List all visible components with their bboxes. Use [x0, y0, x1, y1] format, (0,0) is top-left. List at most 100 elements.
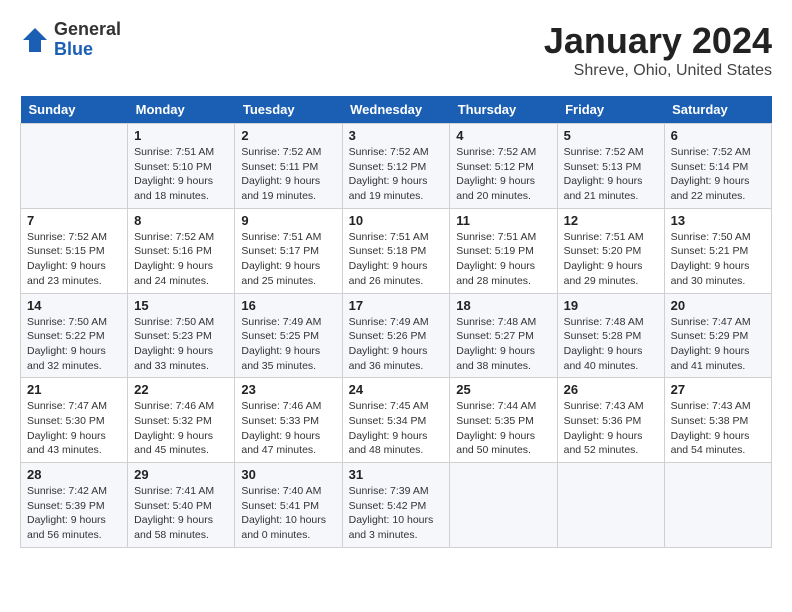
month-title: January 2024 [544, 20, 772, 62]
calendar-cell: 9Sunrise: 7:51 AMSunset: 5:17 PMDaylight… [235, 208, 342, 293]
calendar-cell: 6 Sunrise: 7:52 AMSunset: 5:14 PMDaylight… [664, 124, 771, 209]
day-number: 26 [564, 382, 658, 397]
day-info: Sunrise: 7:47 AMSunset: 5:30 PMDaylight:… [27, 399, 121, 458]
calendar-cell: 24Sunrise: 7:45 AMSunset: 5:34 PMDayligh… [342, 378, 450, 463]
day-info: Sunrise: 7:51 AMSunset: 5:17 PMDaylight:… [241, 230, 335, 289]
day-number: 31 [349, 467, 444, 482]
day-number: 1 [134, 128, 228, 143]
calendar-cell: 7Sunrise: 7:52 AMSunset: 5:15 PMDaylight… [21, 208, 128, 293]
calendar-week-row: 28 Sunrise: 7:42 AMSunset: 5:39 PMDayligh… [21, 463, 772, 548]
day-info: Sunrise: 7:41 AMSunset: 5:40 PMDaylight:… [134, 484, 228, 543]
day-number: 23 [241, 382, 335, 397]
day-info: Sunrise: 7:52 AMSunset: 5:15 PMDaylight:… [27, 230, 121, 289]
day-info: Sunrise: 7:52 AMSunset: 5:12 PMDaylight:… [349, 145, 444, 204]
day-number: 21 [27, 382, 121, 397]
day-info: Sunrise: 7:43 AMSunset: 5:36 PMDaylight:… [564, 399, 658, 458]
day-number: 27 [671, 382, 765, 397]
calendar-cell: 20Sunrise: 7:47 AMSunset: 5:29 PMDayligh… [664, 293, 771, 378]
day-info: Sunrise: 7:51 AMSunset: 5:18 PMDaylight:… [349, 230, 444, 289]
calendar-cell: 17 Sunrise: 7:49 AMSunset: 5:26 PMDayligh… [342, 293, 450, 378]
day-number: 24 [349, 382, 444, 397]
calendar-week-row: 14 Sunrise: 7:50 AMSunset: 5:22 PMDayligh… [21, 293, 772, 378]
day-info: Sunrise: 7:50 AMSunset: 5:22 PMDaylight:… [27, 315, 121, 374]
day-number: 14 [27, 298, 121, 313]
day-number: 11 [456, 213, 550, 228]
weekday-header-wednesday: Wednesday [342, 96, 450, 124]
page-header: General Blue January 2024 Shreve, Ohio, … [20, 20, 772, 80]
day-info: Sunrise: 7:42 AMSunset: 5:39 PMDaylight:… [27, 484, 121, 543]
calendar-cell: 25 Sunrise: 7:44 AMSunset: 5:35 PMDayligh… [450, 378, 557, 463]
day-number: 16 [241, 298, 335, 313]
day-number: 22 [134, 382, 228, 397]
day-number: 17 [349, 298, 444, 313]
calendar-cell: 10 Sunrise: 7:51 AMSunset: 5:18 PMDayligh… [342, 208, 450, 293]
day-number: 2 [241, 128, 335, 143]
day-info: Sunrise: 7:47 AMSunset: 5:29 PMDaylight:… [671, 315, 765, 374]
calendar-cell [21, 124, 128, 209]
day-info: Sunrise: 7:50 AMSunset: 5:21 PMDaylight:… [671, 230, 765, 289]
calendar-cell: 5 Sunrise: 7:52 AMSunset: 5:13 PMDaylight… [557, 124, 664, 209]
logo-icon [20, 25, 50, 55]
calendar-cell [664, 463, 771, 548]
calendar-cell: 31Sunrise: 7:39 AMSunset: 5:42 PMDayligh… [342, 463, 450, 548]
day-number: 6 [671, 128, 765, 143]
title-block: January 2024 Shreve, Ohio, United States [544, 20, 772, 80]
calendar-cell [450, 463, 557, 548]
day-info: Sunrise: 7:44 AMSunset: 5:35 PMDaylight:… [456, 399, 550, 458]
day-info: Sunrise: 7:46 AMSunset: 5:32 PMDaylight:… [134, 399, 228, 458]
day-number: 4 [456, 128, 550, 143]
weekday-header-thursday: Thursday [450, 96, 557, 124]
calendar-cell: 29Sunrise: 7:41 AMSunset: 5:40 PMDayligh… [128, 463, 235, 548]
day-number: 8 [134, 213, 228, 228]
calendar-week-row: 1 Sunrise: 7:51 AMSunset: 5:10 PMDaylight… [21, 124, 772, 209]
calendar-cell: 13 Sunrise: 7:50 AMSunset: 5:21 PMDayligh… [664, 208, 771, 293]
day-info: Sunrise: 7:40 AMSunset: 5:41 PMDaylight:… [241, 484, 335, 543]
day-info: Sunrise: 7:43 AMSunset: 5:38 PMDaylight:… [671, 399, 765, 458]
day-info: Sunrise: 7:52 AMSunset: 5:13 PMDaylight:… [564, 145, 658, 204]
calendar-week-row: 21 Sunrise: 7:47 AMSunset: 5:30 PMDayligh… [21, 378, 772, 463]
day-info: Sunrise: 7:48 AMSunset: 5:28 PMDaylight:… [564, 315, 658, 374]
calendar-cell: 2Sunrise: 7:52 AMSunset: 5:11 PMDaylight… [235, 124, 342, 209]
day-number: 25 [456, 382, 550, 397]
calendar-week-row: 7Sunrise: 7:52 AMSunset: 5:15 PMDaylight… [21, 208, 772, 293]
calendar-cell: 22 Sunrise: 7:46 AMSunset: 5:32 PMDayligh… [128, 378, 235, 463]
weekday-header-sunday: Sunday [21, 96, 128, 124]
calendar-cell: 27 Sunrise: 7:43 AMSunset: 5:38 PMDayligh… [664, 378, 771, 463]
day-number: 3 [349, 128, 444, 143]
day-number: 5 [564, 128, 658, 143]
calendar-cell: 23 Sunrise: 7:46 AMSunset: 5:33 PMDayligh… [235, 378, 342, 463]
day-info: Sunrise: 7:51 AMSunset: 5:19 PMDaylight:… [456, 230, 550, 289]
day-number: 15 [134, 298, 228, 313]
day-info: Sunrise: 7:52 AMSunset: 5:16 PMDaylight:… [134, 230, 228, 289]
day-number: 28 [27, 467, 121, 482]
calendar-cell: 1 Sunrise: 7:51 AMSunset: 5:10 PMDaylight… [128, 124, 235, 209]
day-info: Sunrise: 7:49 AMSunset: 5:26 PMDaylight:… [349, 315, 444, 374]
weekday-header-friday: Friday [557, 96, 664, 124]
calendar-cell: 4 Sunrise: 7:52 AMSunset: 5:12 PMDaylight… [450, 124, 557, 209]
weekday-header-tuesday: Tuesday [235, 96, 342, 124]
day-info: Sunrise: 7:52 AMSunset: 5:14 PMDaylight:… [671, 145, 765, 204]
calendar-cell: 12 Sunrise: 7:51 AMSunset: 5:20 PMDayligh… [557, 208, 664, 293]
calendar-cell: 30 Sunrise: 7:40 AMSunset: 5:41 PMDayligh… [235, 463, 342, 548]
calendar-cell [557, 463, 664, 548]
day-info: Sunrise: 7:52 AMSunset: 5:12 PMDaylight:… [456, 145, 550, 204]
calendar-cell: 11 Sunrise: 7:51 AMSunset: 5:19 PMDayligh… [450, 208, 557, 293]
day-number: 12 [564, 213, 658, 228]
weekday-header-saturday: Saturday [664, 96, 771, 124]
weekday-header-monday: Monday [128, 96, 235, 124]
logo-general-text: General [54, 20, 121, 40]
logo: General Blue [20, 20, 121, 60]
calendar-cell: 15Sunrise: 7:50 AMSunset: 5:23 PMDayligh… [128, 293, 235, 378]
calendar-cell: 3 Sunrise: 7:52 AMSunset: 5:12 PMDaylight… [342, 124, 450, 209]
calendar-cell: 16Sunrise: 7:49 AMSunset: 5:25 PMDayligh… [235, 293, 342, 378]
day-number: 10 [349, 213, 444, 228]
calendar-cell: 8 Sunrise: 7:52 AMSunset: 5:16 PMDaylight… [128, 208, 235, 293]
day-info: Sunrise: 7:46 AMSunset: 5:33 PMDaylight:… [241, 399, 335, 458]
day-number: 13 [671, 213, 765, 228]
day-info: Sunrise: 7:51 AMSunset: 5:20 PMDaylight:… [564, 230, 658, 289]
calendar-cell: 18Sunrise: 7:48 AMSunset: 5:27 PMDayligh… [450, 293, 557, 378]
calendar-cell: 26 Sunrise: 7:43 AMSunset: 5:36 PMDayligh… [557, 378, 664, 463]
day-number: 30 [241, 467, 335, 482]
day-info: Sunrise: 7:51 AMSunset: 5:10 PMDaylight:… [134, 145, 228, 204]
day-info: Sunrise: 7:48 AMSunset: 5:27 PMDaylight:… [456, 315, 550, 374]
